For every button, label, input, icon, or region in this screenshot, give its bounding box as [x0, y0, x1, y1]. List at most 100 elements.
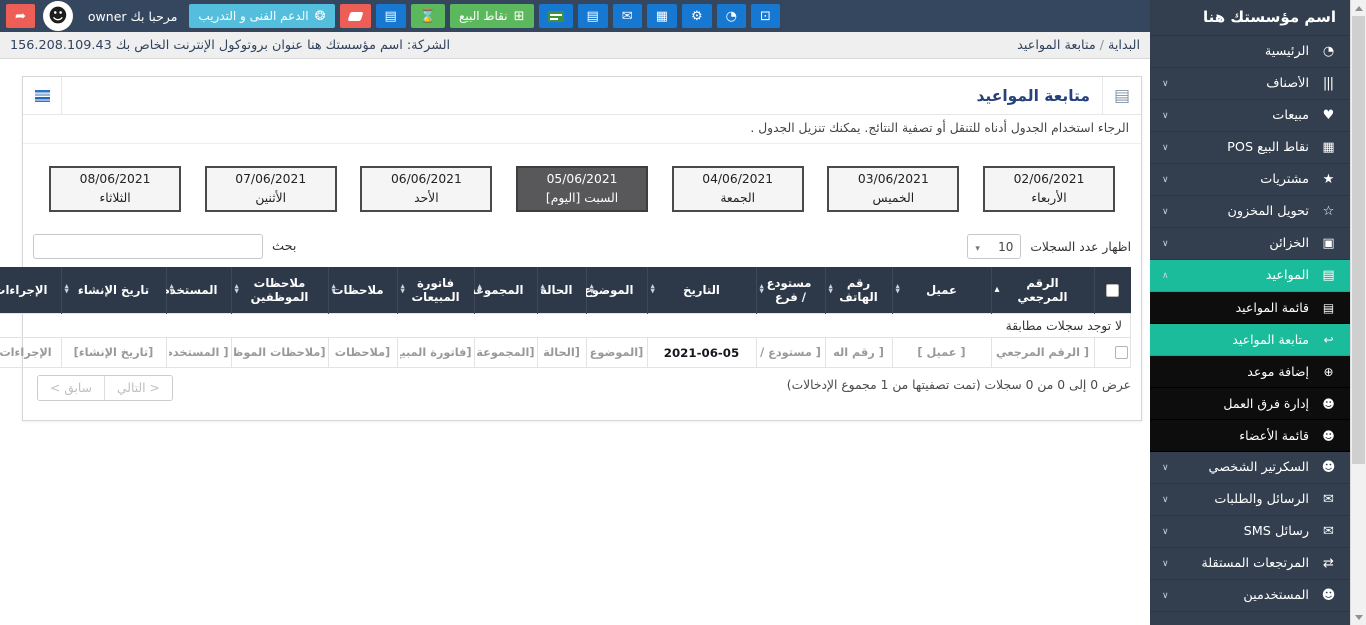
scroll-down-arrow-icon[interactable]: [1351, 609, 1366, 625]
sidebar-item-messages-requests[interactable]: ✉ الرسائل والطلبات: [1150, 484, 1350, 516]
column-header[interactable]: الحالة: [537, 267, 586, 314]
column-header[interactable]: عميل: [892, 267, 991, 314]
sort-icon: [896, 285, 900, 296]
next-page-button[interactable]: التالي >: [105, 376, 172, 400]
window-scrollbar[interactable]: [1350, 0, 1366, 625]
filter-cell[interactable]: [الحالة: [537, 338, 586, 368]
pos-button[interactable]: ⊞ نقاط البيع: [450, 4, 534, 28]
sidebar-item-pos[interactable]: ▦ نقاط البيع POS: [1150, 132, 1350, 164]
filter-cell[interactable]: 2021-06-05: [647, 338, 756, 368]
reply-icon: ↩: [1318, 333, 1338, 347]
sidebar-item-appointments[interactable]: ▤ المواعيد: [1150, 260, 1350, 292]
filter-cell[interactable]: [ملاحظات الموظف: [231, 338, 328, 368]
filter-cell-text: [الموضوع: [589, 346, 645, 359]
settings-button[interactable]: ⚙: [682, 4, 712, 28]
table-options-button[interactable]: [23, 77, 62, 114]
sidebar-item-categories[interactable]: ||| الأصناف: [1150, 68, 1350, 100]
column-header[interactable]: الموضوع: [586, 267, 647, 314]
filter-cell[interactable]: [ رقم اله: [825, 338, 892, 368]
column-header[interactable]: رقم الهاتف: [825, 267, 892, 314]
topbar-button-label: الدعم الفنى و التدريب: [198, 9, 308, 23]
filter-cell[interactable]: [ملاحظات: [328, 338, 397, 368]
avatar[interactable]: ☻: [43, 1, 73, 31]
filter-cell-text: [ملاحظات: [331, 346, 395, 359]
sidebar-item-purchases[interactable]: ★ مشتريات: [1150, 164, 1350, 196]
column-header[interactable]: ملاحظات: [328, 267, 397, 314]
column-header[interactable]: مستودع / فرع: [756, 267, 825, 314]
notes-button[interactable]: ▤: [376, 4, 406, 28]
scrollbar-thumb[interactable]: [1352, 16, 1365, 464]
filter-cell[interactable]: [فاتورة المبيع: [397, 338, 474, 368]
select-all-header[interactable]: [1094, 267, 1131, 314]
chevron-icon: [1162, 495, 1169, 505]
messages-button[interactable]: ✉: [613, 4, 642, 28]
calculator-button[interactable]: ▦: [647, 4, 677, 28]
column-header[interactable]: ملاحظات الموظفين: [231, 267, 328, 314]
sidebar-item-teams[interactable]: ☻ إدارة فرق العمل: [1150, 388, 1350, 420]
sidebar-item-sms[interactable]: ✉ رسائل SMS: [1150, 516, 1350, 548]
filter-cell[interactable]: [المجموعة: [474, 338, 537, 368]
sidebar-item-members[interactable]: ☻ قائمة الأعضاء: [1150, 420, 1350, 452]
filter-cell[interactable]: الإجراءات: [0, 338, 61, 368]
language-flag-button[interactable]: [539, 4, 573, 28]
column-header[interactable]: الرقم المرجعي: [991, 267, 1094, 314]
panel-title-wrap: ▤ متابعة المواعيد: [964, 77, 1141, 114]
page-size-value: 10: [998, 240, 1013, 254]
sidebar-item-stock-transfer[interactable]: ☆ تحويل المخزون: [1150, 196, 1350, 228]
filter-cell-text: [الحالة: [540, 346, 584, 359]
filter-cell[interactable]: [ المستخدم: [166, 338, 231, 368]
search-input[interactable]: [33, 234, 263, 259]
filter-cell[interactable]: [تاريخ الإنشاء]: [61, 338, 166, 368]
date-tab[interactable]: 05/06/2021 السبت [اليوم]: [516, 166, 648, 212]
date-tab[interactable]: 08/06/2021 الثلاثاء: [49, 166, 181, 212]
desktop-button[interactable]: ⊡: [751, 4, 780, 28]
date-tab[interactable]: 06/06/2021 الأحد: [360, 166, 492, 212]
date-tab-day: الخميس: [873, 189, 915, 208]
eraser-button[interactable]: [340, 4, 371, 28]
date-tab[interactable]: 04/06/2021 الجمعة: [672, 166, 804, 212]
column-header[interactable]: الإجراءات: [0, 267, 61, 314]
sidebar-item-home[interactable]: ◔ الرئيسية: [1150, 36, 1350, 68]
date-tab-date: 07/06/2021: [235, 170, 306, 189]
column-label: الإجراءات: [0, 283, 59, 297]
date-tab[interactable]: 07/06/2021 الأثنين: [205, 166, 337, 212]
previous-page-button[interactable]: < سابق: [38, 376, 105, 400]
panel-header: ▤ متابعة المواعيد: [23, 77, 1141, 115]
sidebar-item-independent-returns[interactable]: ⇄ المرتجعات المستقلة: [1150, 548, 1350, 580]
sidebar-item-secretary[interactable]: ☻ السكرتير الشخصي: [1150, 452, 1350, 484]
page-size-select[interactable]: 10: [967, 234, 1021, 259]
filter-cell-text: [ملاحظات الموظف: [234, 346, 326, 359]
breadcrumb-home-link[interactable]: البداية: [1108, 38, 1140, 53]
filter-cell[interactable]: [ عميل ]: [892, 338, 991, 368]
filter-cell[interactable]: [الموضوع: [586, 338, 647, 368]
sidebar-item-safes[interactable]: ▣ الخزائن: [1150, 228, 1350, 260]
sidebar-item-appointments-followup[interactable]: ↩ متابعة المواعيد: [1150, 324, 1350, 356]
filter-cell[interactable]: [ مستودع /: [756, 338, 825, 368]
support-lifering-icon: ❂: [315, 10, 326, 23]
chevron-icon: [1162, 207, 1169, 217]
dashboard-button[interactable]: ◔: [717, 4, 746, 28]
column-header[interactable]: المجموعة: [474, 267, 537, 314]
column-header[interactable]: تاريخ الإنشاء: [61, 267, 166, 314]
support-button[interactable]: ❂ الدعم الفنى و التدريب: [189, 4, 334, 28]
logout-button[interactable]: ➦: [6, 4, 35, 28]
column-header[interactable]: المستخدم: [166, 267, 231, 314]
dashboard-icon: ◔: [1318, 44, 1338, 59]
sidebar-item-sales[interactable]: ♥ مبيعات: [1150, 100, 1350, 132]
column-header[interactable]: فاتورة المبيعات: [397, 267, 474, 314]
sidebar-item-appointments-list[interactable]: ▤ قائمة المواعيد: [1150, 292, 1350, 324]
column-header[interactable]: التاريخ: [647, 267, 756, 314]
row-filter-checkbox[interactable]: [1115, 346, 1128, 359]
date-tab[interactable]: 02/06/2021 الأربعاء: [983, 166, 1115, 212]
select-all-checkbox[interactable]: [1106, 284, 1119, 297]
filter-cell[interactable]: [ الرقم المرجعي: [991, 338, 1094, 368]
calendar-button[interactable]: ▤: [578, 4, 608, 28]
user-icon: ☻: [1318, 460, 1338, 475]
sort-icon: [332, 285, 336, 296]
sidebar-item-users[interactable]: ☻ المستخدمين: [1150, 580, 1350, 612]
date-tab[interactable]: 03/06/2021 الخميس: [827, 166, 959, 212]
sidebar-item-add-appointment[interactable]: ⊕ إضافة موعد: [1150, 356, 1350, 388]
scroll-up-arrow-icon[interactable]: [1351, 0, 1366, 16]
calendar-icon: ▤: [1318, 301, 1338, 315]
hourglass-button[interactable]: ⌛: [411, 4, 445, 28]
